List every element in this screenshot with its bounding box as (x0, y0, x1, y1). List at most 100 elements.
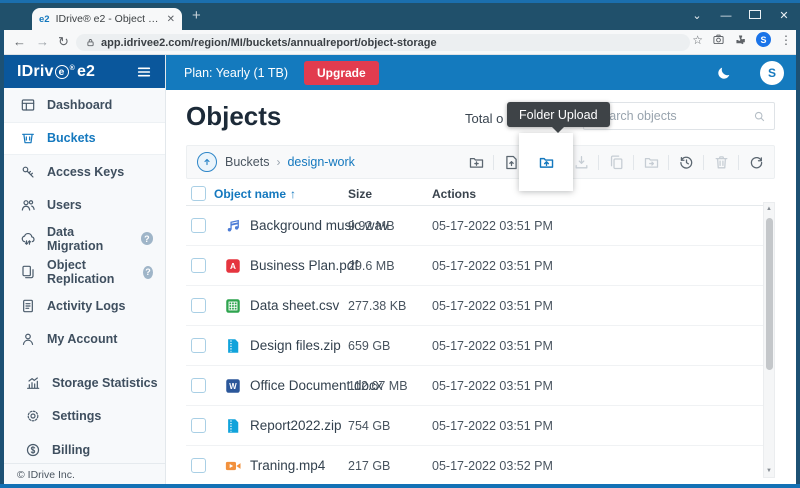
object-modified-date: 05-17-2022 03:51 PM (432, 379, 553, 393)
user-avatar[interactable]: S (760, 61, 784, 85)
breadcrumb-current[interactable]: design-work (287, 155, 354, 169)
scroll-up-icon[interactable]: ▲ (764, 206, 774, 212)
object-name[interactable]: Business Plan.pdf (250, 258, 358, 273)
address-bar[interactable]: app.idrivee2.com/region/MI/buckets/annua… (76, 34, 690, 51)
tab-search-chevron-icon[interactable]: ⌄ (691, 9, 703, 22)
svg-text:A: A (230, 262, 236, 271)
sidebar-item-my-account[interactable]: My Account (4, 323, 165, 357)
object-size: 277.38 KB (348, 299, 406, 313)
row-checkbox[interactable] (191, 298, 206, 313)
help-badge-icon[interactable]: ? (141, 232, 153, 245)
forward-button[interactable]: → (36, 34, 49, 49)
sidebar-item-label: My Account (47, 332, 117, 346)
table-row[interactable]: Report2022.zip754 GB05-17-2022 03:51 PM (186, 406, 775, 446)
column-actions: Actions (432, 187, 476, 201)
help-badge-icon[interactable]: ? (143, 266, 153, 279)
file-docx-icon: W (224, 377, 242, 395)
object-name[interactable]: Report2022.zip (250, 418, 342, 433)
folder-plus-icon (468, 154, 485, 171)
column-size[interactable]: Size (348, 187, 372, 201)
key-icon (20, 164, 36, 180)
new-tab-button[interactable]: + (192, 8, 201, 23)
table-row[interactable]: Design files.zip659 GB05-17-2022 03:51 P… (186, 326, 775, 366)
sidebar-item-object-replication[interactable]: Object Replication? (4, 256, 165, 290)
sidebar-item-label: Data Migration (47, 225, 130, 253)
table-row[interactable]: Data sheet.csv277.38 KB05-17-2022 03:51 … (186, 286, 775, 326)
object-name[interactable]: Data sheet.csv (250, 298, 339, 313)
table-row[interactable]: Traning.mp4217 GB05-17-2022 03:52 PM (186, 446, 775, 484)
sidebar-item-settings[interactable]: Settings (4, 400, 165, 434)
sidebar-item-buckets[interactable]: Buckets (4, 122, 165, 156)
object-name[interactable]: Traning.mp4 (250, 458, 325, 473)
hamburger-menu-icon[interactable] (136, 64, 152, 80)
move-button (638, 145, 664, 179)
sidebar-item-storage-statistics[interactable]: Storage Statistics (4, 366, 165, 400)
table-row[interactable]: Background music.wav9.92 MB05-17-2022 03… (186, 206, 775, 246)
sidebar-item-label: Storage Statistics (52, 376, 158, 390)
sidebar-item-dashboard[interactable]: Dashboard (4, 88, 165, 122)
refresh-icon (748, 154, 765, 171)
breadcrumb-root[interactable]: Buckets (225, 155, 269, 169)
dark-mode-moon-icon[interactable] (716, 65, 732, 81)
table-row[interactable]: ABusiness Plan.pdf29.6 MB05-17-2022 03:5… (186, 246, 775, 286)
bookmark-star-icon[interactable]: ☆ (692, 33, 703, 47)
column-object-name[interactable]: Object name↑ (214, 187, 296, 201)
row-checkbox[interactable] (191, 258, 206, 273)
sidebar-item-data-migration[interactable]: Data Migration? (4, 222, 165, 256)
window-frame-bottom (0, 484, 800, 488)
close-window-button[interactable]: ✕ (778, 9, 790, 22)
search-input[interactable] (584, 103, 774, 129)
upload-folder-button[interactable] (533, 145, 559, 179)
plan-label: Plan: Yearly (1 TB) (184, 66, 288, 80)
logs-icon (20, 298, 36, 314)
sidebar-item-label: Billing (52, 443, 90, 457)
browser-menu-icon[interactable]: ⋮ (780, 33, 792, 47)
browser-tab[interactable]: e2 IDrive® e2 - Object storage ✕ (32, 8, 182, 30)
folder-upload-tooltip: Folder Upload (507, 102, 610, 127)
browser-profile-avatar[interactable]: S (756, 32, 771, 47)
download-icon (573, 154, 590, 171)
bucket-home-icon[interactable] (197, 152, 217, 172)
refresh-button[interactable] (743, 145, 769, 179)
row-checkbox[interactable] (191, 338, 206, 353)
file-pdf-icon: A (224, 257, 242, 275)
object-modified-date: 05-17-2022 03:51 PM (432, 339, 553, 353)
lock-icon (86, 38, 95, 47)
back-button[interactable]: ← (13, 34, 26, 49)
scroll-down-icon[interactable]: ▼ (764, 468, 774, 474)
sidebar-item-billing[interactable]: Billing (4, 433, 165, 467)
scrollbar-thumb[interactable] (766, 218, 773, 370)
extensions-puzzle-icon[interactable] (734, 33, 747, 46)
browser-window: ⌄ — ✕ e2 IDrive® e2 - Object storage ✕ +… (0, 0, 800, 488)
versions-button[interactable] (673, 145, 699, 179)
upgrade-button[interactable]: Upgrade (304, 61, 379, 85)
tab-close-icon[interactable]: ✕ (167, 14, 175, 25)
object-actions-toolbar (463, 145, 774, 179)
maximize-button[interactable] (749, 10, 761, 22)
camera-icon[interactable] (712, 33, 725, 46)
sidebar-item-access-keys[interactable]: Access Keys (4, 155, 165, 189)
breadcrumb-separator: › (276, 155, 280, 169)
toolbar-divider (738, 155, 739, 170)
sidebar: IDrive®e2 DashboardBucketsAccess KeysUse… (4, 55, 166, 484)
create-folder-button[interactable] (463, 145, 489, 179)
table-row[interactable]: WOffice Document.docx112.67 MB05-17-2022… (186, 366, 775, 406)
object-name[interactable]: Design files.zip (250, 338, 341, 353)
row-checkbox[interactable] (191, 458, 206, 473)
file-video-icon (224, 457, 242, 475)
object-size: 112.67 MB (348, 379, 408, 393)
total-objects-label: Total o (465, 111, 503, 126)
sidebar-item-label: Activity Logs (47, 299, 126, 313)
row-checkbox[interactable] (191, 378, 206, 393)
table-scrollbar[interactable]: ▲ ▼ (763, 202, 775, 478)
sidebar-item-users[interactable]: Users (4, 189, 165, 223)
reload-button[interactable]: ↻ (58, 34, 69, 50)
select-all-checkbox[interactable] (191, 186, 206, 201)
sidebar-item-activity-logs[interactable]: Activity Logs (4, 289, 165, 323)
tab-title: IDrive® e2 - Object storage (56, 13, 161, 25)
sidebar-item-label: Users (47, 198, 82, 212)
row-checkbox[interactable] (191, 418, 206, 433)
sidebar-menu: DashboardBucketsAccess Keys Users Data Mig… (4, 88, 165, 467)
minimize-button[interactable]: — (720, 10, 732, 22)
row-checkbox[interactable] (191, 218, 206, 233)
